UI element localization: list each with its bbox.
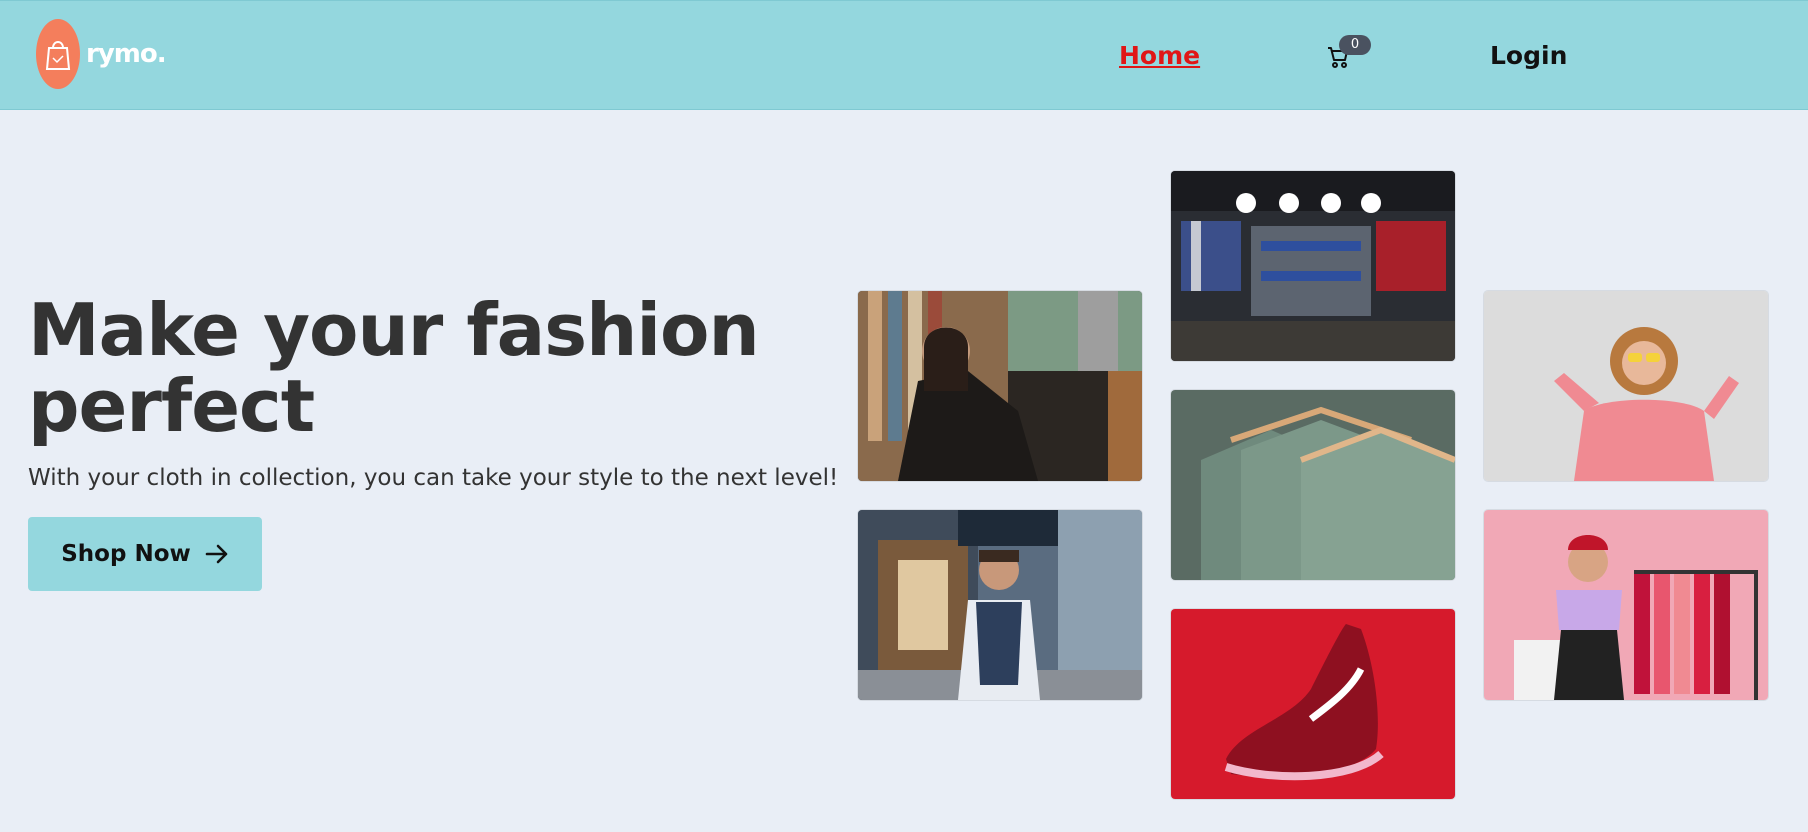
logo[interactable]: rymo. (36, 19, 167, 89)
gallery-image-clothing-store-interior (1171, 171, 1455, 361)
gallery-image-man-browsing-jackets (858, 291, 1142, 481)
cart-button[interactable]: 0 (1327, 35, 1387, 79)
arrow-right-icon (205, 544, 228, 564)
gallery-image-woman-with-clothes-rack (1484, 510, 1768, 700)
cart-count-badge: 0 (1339, 35, 1371, 55)
gallery-image-green-tshirts-on-hangers (1171, 390, 1455, 580)
nav-home-link[interactable]: Home (1119, 41, 1200, 70)
logo-text: rymo. (86, 39, 167, 69)
hero-subtitle: With your cloth in collection, you can t… (28, 465, 839, 491)
gallery-image-red-sneaker (1171, 609, 1455, 799)
shop-now-label: Shop Now (61, 541, 191, 567)
shop-now-button[interactable]: Shop Now (28, 517, 262, 591)
hero-title: Make your fashion perfect (28, 288, 760, 448)
gallery-image-woman-pink-hoodie (1484, 291, 1768, 481)
nav-login-link[interactable]: Login (1490, 41, 1567, 70)
site-header: rymo. Home 0 Login (0, 0, 1808, 110)
shopping-bag-icon (36, 19, 80, 89)
gallery-image-man-in-vest-street (858, 510, 1142, 700)
